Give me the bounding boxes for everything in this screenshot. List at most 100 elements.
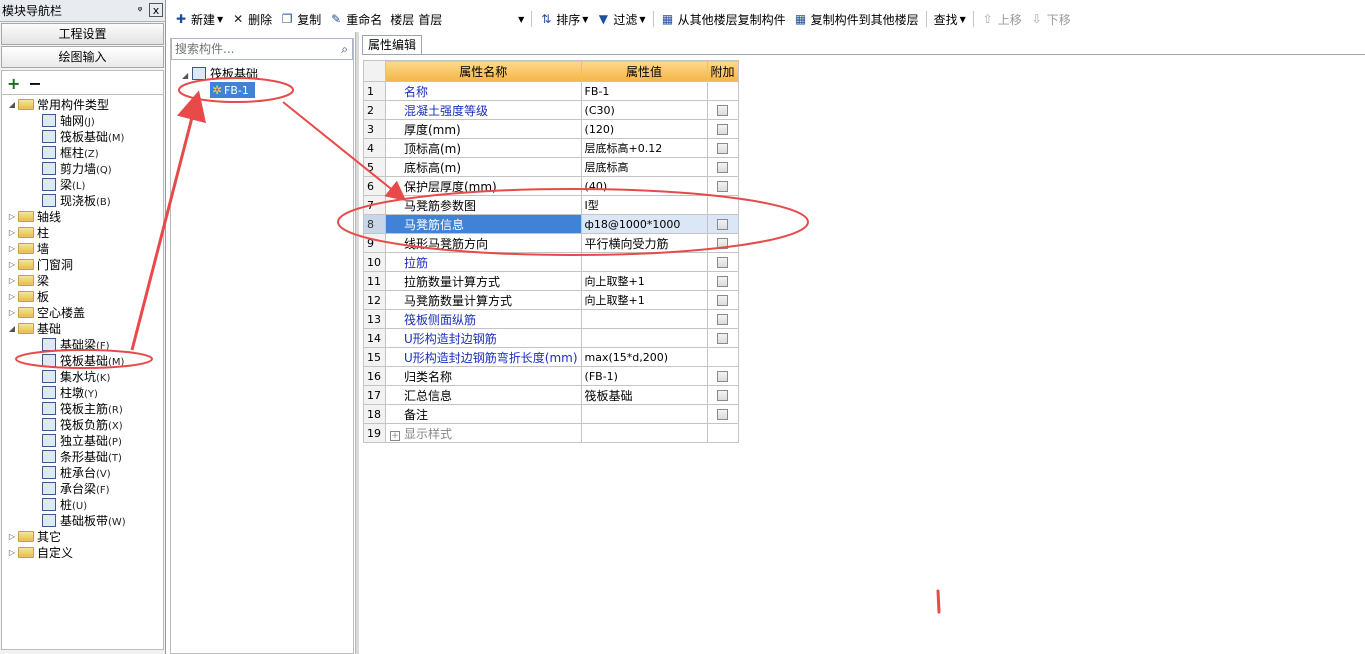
- extra-checkbox[interactable]: [717, 371, 729, 382]
- extra-checkbox[interactable]: [717, 162, 729, 173]
- search-input[interactable]: [172, 39, 322, 59]
- component-search[interactable]: ⌕: [171, 38, 353, 60]
- tab-property-edit[interactable]: 属性编辑: [362, 35, 422, 55]
- component-tree-root[interactable]: ◢ 筏板基础: [182, 66, 258, 82]
- tree-item-raft-foundation[interactable]: 筏板基础(M): [42, 353, 124, 369]
- tree-item-sump-pit[interactable]: 集水坑(K): [42, 369, 110, 385]
- move-down-button[interactable]: ⇩ 下移: [1026, 7, 1075, 31]
- new-button[interactable]: ✚ 新建 ▼: [170, 7, 227, 31]
- property-value[interactable]: [580, 252, 708, 272]
- property-value[interactable]: 平行横向受力筋: [580, 233, 708, 253]
- extra-checkbox[interactable]: [717, 295, 729, 306]
- extra-checkbox[interactable]: [717, 238, 729, 249]
- tree-group-openings[interactable]: ▷ 门窗洞: [6, 257, 73, 273]
- property-value[interactable]: Ⅰ型: [580, 195, 708, 215]
- section-project-settings[interactable]: 工程设置: [1, 23, 164, 45]
- property-value[interactable]: 层底标高: [580, 157, 708, 177]
- tree-group-wall[interactable]: ▷ 墙: [6, 241, 49, 257]
- tree-item-strip-footing[interactable]: 条形基础(T): [42, 449, 122, 465]
- table-row[interactable]: 17 汇总信息 筏板基础: [363, 385, 739, 405]
- extra-checkbox[interactable]: [717, 105, 729, 116]
- tree-group-common[interactable]: ◢ 常用构件类型: [6, 97, 109, 113]
- tree-item-foundation-strip[interactable]: 基础板带(W): [42, 513, 126, 529]
- table-row[interactable]: 14 U形构造封边钢筋: [363, 328, 739, 348]
- property-value[interactable]: max(15*d,200): [580, 347, 708, 367]
- property-value[interactable]: 向上取整+1: [580, 271, 708, 291]
- find-button[interactable]: 查找 ▼: [930, 7, 970, 31]
- delete-button[interactable]: ✕ 删除: [227, 7, 276, 31]
- tree-group-axis[interactable]: ▷ 轴线: [6, 209, 61, 225]
- move-up-button[interactable]: ⇧ 上移: [977, 7, 1026, 31]
- tree-item-raft-negative-rebar[interactable]: 筏板负筋(X): [42, 417, 123, 433]
- tree-item-column[interactable]: 框柱(Z): [42, 145, 99, 161]
- extra-checkbox[interactable]: [717, 124, 729, 135]
- tree-group-custom[interactable]: ▷ 自定义: [6, 545, 73, 561]
- tree-item-raft-main-rebar[interactable]: 筏板主筋(R): [42, 401, 123, 417]
- table-row[interactable]: 5 底标高(m) 层底标高: [363, 157, 739, 177]
- sort-button[interactable]: ⇅ 排序 ▼: [535, 7, 592, 31]
- extra-checkbox[interactable]: [717, 257, 729, 268]
- table-row[interactable]: 12 马凳筋数量计算方式 向上取整+1: [363, 290, 739, 310]
- table-row[interactable]: 19 + 显示样式: [363, 423, 739, 443]
- table-row[interactable]: 9 线形马凳筋方向 平行横向受力筋: [363, 233, 739, 253]
- tree-item-pile-cap[interactable]: 桩承台(V): [42, 465, 111, 481]
- property-value[interactable]: ф18@1000*1000: [580, 214, 708, 234]
- table-row[interactable]: 4 顶标高(m) 层底标高+0.12: [363, 138, 739, 158]
- tree-group-column[interactable]: ▷ 柱: [6, 225, 49, 241]
- close-icon[interactable]: x: [149, 3, 163, 17]
- expand-plus-icon[interactable]: +: [390, 430, 400, 441]
- tree-item-foundation-beam[interactable]: 基础梁(F): [42, 337, 110, 353]
- extra-checkbox[interactable]: [717, 333, 729, 344]
- component-item-fb1[interactable]: ✲ FB-1: [210, 82, 255, 98]
- tree-item-pile[interactable]: 桩(U): [42, 497, 87, 513]
- property-value[interactable]: FB-1: [580, 81, 708, 101]
- copy-from-floor-button[interactable]: ▦ 从其他楼层复制构件: [657, 7, 790, 31]
- rename-button[interactable]: ✎ 重命名: [325, 7, 386, 31]
- property-value[interactable]: 层底标高+0.12: [580, 138, 708, 158]
- table-row-selected[interactable]: 8 马凳筋信息 ф18@1000*1000: [363, 214, 739, 234]
- expand-all-icon[interactable]: +: [7, 74, 20, 93]
- tree-item-isolated-footing[interactable]: 独立基础(P): [42, 433, 122, 449]
- tree-group-other[interactable]: ▷ 其它: [6, 529, 61, 545]
- property-name-group[interactable]: + 显示样式: [385, 423, 582, 443]
- collapse-all-icon[interactable]: −: [28, 74, 41, 93]
- section-drawing-input[interactable]: 绘图输入: [1, 46, 164, 68]
- filter-button[interactable]: ▼ 过滤 ▼: [592, 7, 649, 31]
- tree-item-beam[interactable]: 梁(L): [42, 177, 85, 193]
- extra-checkbox[interactable]: [717, 276, 729, 287]
- table-row[interactable]: 10 拉筋: [363, 252, 739, 272]
- table-row[interactable]: 16 归类名称 (FB-1): [363, 366, 739, 386]
- tree-item-column-pier[interactable]: 柱墩(Y): [42, 385, 98, 401]
- extra-checkbox[interactable]: [717, 390, 729, 401]
- tree-group-foundation[interactable]: ◢ 基础: [6, 321, 61, 337]
- tree-item-cap-beam[interactable]: 承台梁(F): [42, 481, 110, 497]
- pin-icon[interactable]: ᵠ: [133, 3, 147, 17]
- table-row[interactable]: 6 保护层厚度(mm) (40): [363, 176, 739, 196]
- tree-group-slab[interactable]: ▷ 板: [6, 289, 49, 305]
- property-value[interactable]: [580, 404, 708, 424]
- table-row[interactable]: 11 拉筋数量计算方式 向上取整+1: [363, 271, 739, 291]
- property-value[interactable]: 向上取整+1: [580, 290, 708, 310]
- copy-button[interactable]: ❐ 复制: [276, 7, 325, 31]
- property-value[interactable]: (40): [580, 176, 708, 196]
- table-row[interactable]: 1 名称 FB-1: [363, 81, 739, 101]
- tree-group-beam[interactable]: ▷ 梁: [6, 273, 49, 289]
- copy-to-floor-button[interactable]: ▦ 复制构件到其他楼层: [790, 7, 923, 31]
- table-row[interactable]: 13 筏板侧面纵筋: [363, 309, 739, 329]
- extra-checkbox[interactable]: [717, 409, 729, 420]
- panel-splitter[interactable]: [355, 32, 359, 654]
- property-value[interactable]: (FB-1): [580, 366, 708, 386]
- property-value[interactable]: [580, 309, 708, 329]
- table-row[interactable]: 7 马凳筋参数图 Ⅰ型: [363, 195, 739, 215]
- extra-checkbox[interactable]: [717, 314, 729, 325]
- search-icon[interactable]: ⌕: [341, 42, 348, 57]
- table-row[interactable]: 15 U形构造封边钢筋弯折长度(mm) max(15*d,200): [363, 347, 739, 367]
- tree-item-slab[interactable]: 现浇板(B): [42, 193, 111, 209]
- table-row[interactable]: 18 备注: [363, 404, 739, 424]
- property-value[interactable]: (120): [580, 119, 708, 139]
- tree-item-grid[interactable]: 轴网(J): [42, 113, 95, 129]
- property-value[interactable]: [580, 328, 708, 348]
- tree-item-raft[interactable]: 筏板基础(M): [42, 129, 124, 145]
- extra-checkbox[interactable]: [717, 219, 729, 230]
- property-value[interactable]: (C30): [580, 100, 708, 120]
